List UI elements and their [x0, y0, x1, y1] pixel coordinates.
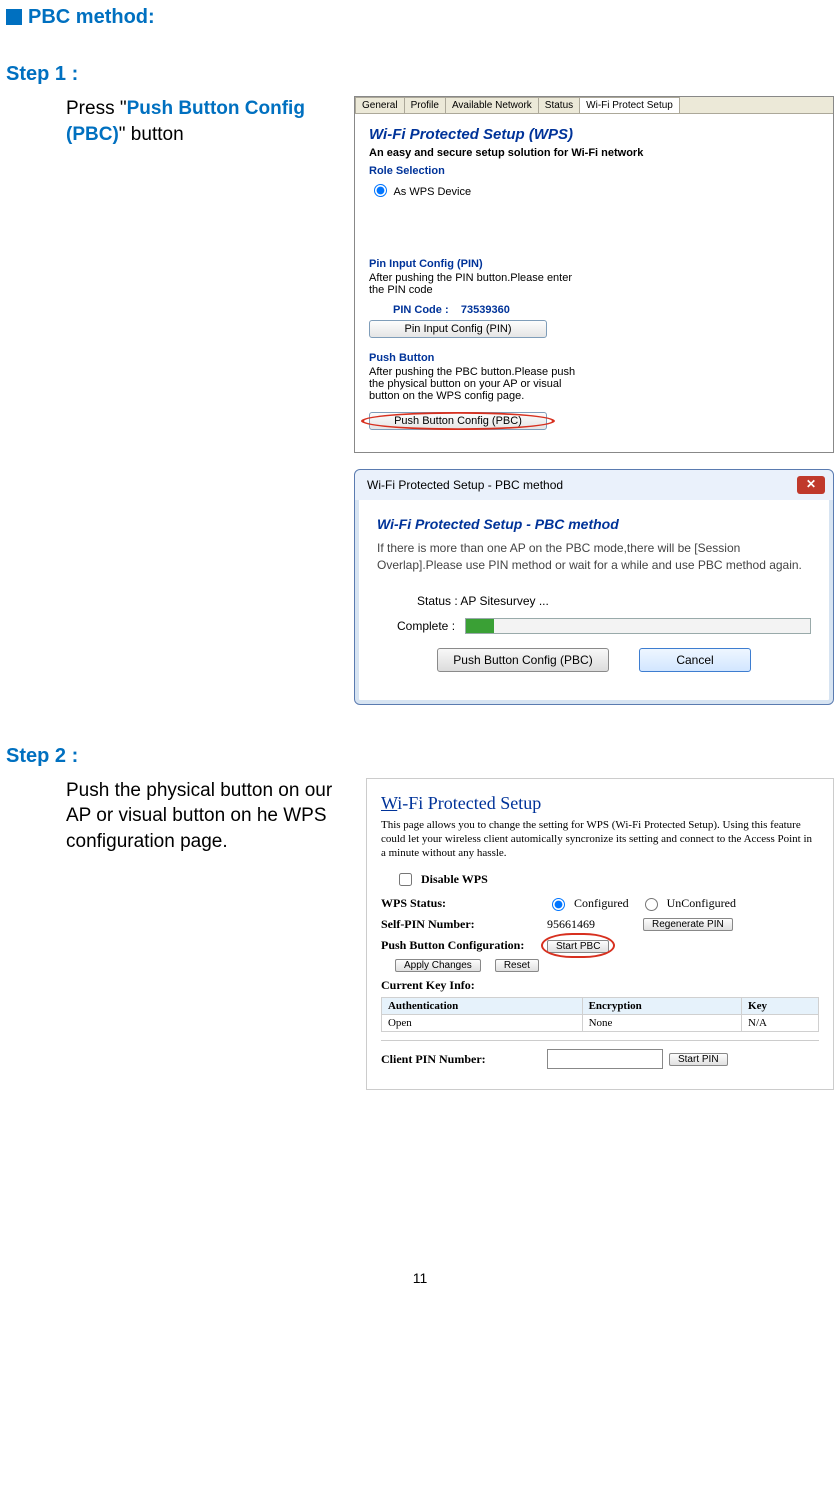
complete-label: Complete :	[397, 619, 455, 633]
start-pbc-button[interactable]: Start PBC	[547, 940, 609, 953]
td-key: N/A	[742, 1015, 819, 1032]
close-icon[interactable]: ✕	[797, 476, 825, 494]
router-page-title: Wi-Fi Protected Setup	[381, 793, 819, 814]
pbc-method-dialog: Wi-Fi Protected Setup - PBC method ✕ Wi-…	[354, 469, 834, 705]
wps-status-label: WPS Status:	[381, 896, 541, 911]
tab-status[interactable]: Status	[538, 97, 580, 113]
unconfigured-label: UnConfigured	[667, 896, 736, 911]
router-wps-page: Wi-Fi Protected Setup This page allows y…	[366, 778, 834, 1091]
pbc-config-label: Push Button Configuration:	[381, 938, 541, 953]
pin-code-label: PIN Code :	[393, 304, 449, 316]
pin-input-config-button[interactable]: Pin Input Config (PIN)	[369, 320, 547, 338]
wps-title: Wi-Fi Protected Setup (WPS)	[369, 126, 819, 143]
header-text: PBC method:	[28, 6, 155, 28]
wps-settings-window: General Profile Available Network Status…	[354, 96, 834, 453]
push-button-desc: After pushing the PBC button.Please push…	[369, 366, 579, 402]
apply-changes-button[interactable]: Apply Changes	[395, 959, 481, 972]
tab-available-network[interactable]: Available Network	[445, 97, 539, 113]
square-bullet-icon	[6, 9, 22, 25]
as-wps-device-radio[interactable]	[374, 184, 387, 197]
self-pin-value: 95661469	[547, 917, 637, 932]
router-page-desc: This page allows you to change the setti…	[381, 818, 819, 861]
disable-wps-label: Disable WPS	[421, 872, 488, 887]
step1-title: Step 1 :	[6, 63, 834, 86]
configured-label: Configured	[574, 896, 629, 911]
reset-button[interactable]: Reset	[495, 959, 539, 972]
disable-wps-checkbox[interactable]	[399, 873, 412, 886]
pin-code-value: 73539360	[461, 304, 510, 316]
step2-text: Push the physical button on our AP or vi…	[6, 778, 348, 855]
unconfigured-radio[interactable]	[645, 898, 658, 911]
tab-wifi-protect-setup[interactable]: Wi-Fi Protect Setup	[579, 97, 680, 113]
key-info-table: Authentication Encryption Key Open None …	[381, 997, 819, 1032]
step1-text-part2: " button	[119, 124, 184, 145]
pin-desc: After pushing the PIN button.Please ente…	[369, 272, 579, 296]
self-pin-label: Self-PIN Number:	[381, 917, 541, 932]
push-button-section-title: Push Button	[369, 352, 819, 364]
push-button-config-button[interactable]: Push Button Config (PBC)	[369, 412, 547, 430]
step1-text-part0: Press "	[66, 98, 127, 119]
wps-tabs: General Profile Available Network Status…	[355, 97, 833, 114]
configured-radio[interactable]	[552, 898, 565, 911]
tab-general[interactable]: General	[355, 97, 405, 113]
step2-title: Step 2 :	[6, 745, 834, 768]
current-key-label: Current Key Info:	[381, 978, 819, 993]
pbc-dialog-pbc-button[interactable]: Push Button Config (PBC)	[437, 648, 609, 672]
wps-subtitle: An easy and secure setup solution for Wi…	[369, 147, 819, 159]
role-option-row: As WPS Device	[369, 181, 819, 198]
page-number: 11	[6, 1270, 834, 1286]
th-auth: Authentication	[381, 998, 582, 1015]
pbc-status-line: Status : AP Sitesurvey ...	[417, 594, 811, 608]
progress-bar	[465, 618, 811, 634]
td-enc: None	[582, 1015, 741, 1032]
pbc-dialog-title: Wi-Fi Protected Setup - PBC method	[367, 478, 563, 492]
start-pin-button[interactable]: Start PIN	[669, 1053, 728, 1066]
regenerate-pin-button[interactable]: Regenerate PIN	[643, 918, 733, 931]
pin-section-title: Pin Input Config (PIN)	[369, 258, 819, 270]
pbc-inner-title: Wi-Fi Protected Setup - PBC method	[377, 516, 811, 532]
client-pin-input[interactable]	[547, 1049, 663, 1069]
client-pin-label: Client PIN Number:	[381, 1052, 541, 1067]
step1-text: Press "Push Button Config (PBC)" button	[6, 96, 336, 147]
cancel-button[interactable]: Cancel	[639, 648, 751, 672]
td-auth: Open	[381, 1015, 582, 1032]
role-selection-label: Role Selection	[369, 165, 819, 177]
as-wps-device-label: As WPS Device	[393, 186, 471, 198]
th-key: Key	[742, 998, 819, 1015]
pbc-dialog-message: If there is more than one AP on the PBC …	[377, 540, 811, 574]
pbc-method-header: PBC method:	[6, 6, 834, 29]
th-enc: Encryption	[582, 998, 741, 1015]
tab-profile[interactable]: Profile	[404, 97, 446, 113]
